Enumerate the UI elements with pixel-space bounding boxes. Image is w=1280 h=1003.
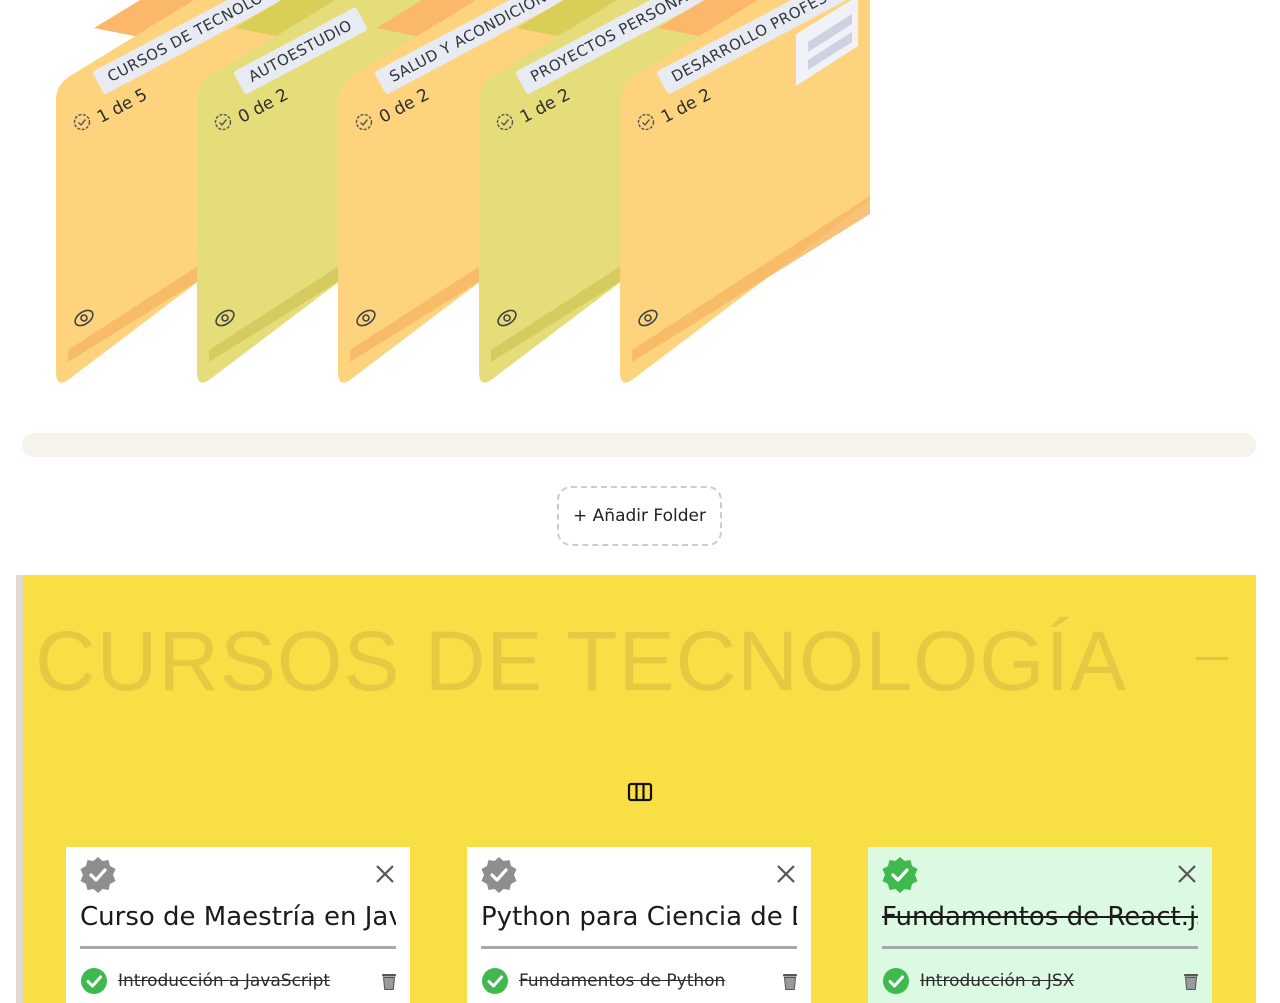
folder-carousel: CURSOS DE TECNOLOGÍA 1 de 5 AUTOESTUDIO … [16,0,1256,430]
badge-check-icon[interactable] [880,855,920,895]
columns-icon[interactable] [627,781,653,803]
task-item[interactable]: Introducción a JavaScript [80,965,398,997]
trash-icon[interactable] [1182,971,1200,991]
folder-shape [620,0,870,383]
badge-check-icon[interactable] [479,855,519,895]
check-circle-icon[interactable] [481,967,509,995]
badge-check-icon [214,113,232,131]
section-title: CURSOS DE TECNOLOGÍA [35,614,1127,708]
course-card[interactable]: Curso de Maestría en JavaScript Introduc… [66,847,410,1003]
task-label: Fundamentos de Python [519,971,726,991]
page-margin-right [1256,0,1280,1003]
task-item[interactable]: Introducción a JSX [882,965,1200,997]
close-icon[interactable] [775,863,797,885]
course-card[interactable]: Python para Ciencia de Datos Fundamentos… [467,847,811,1003]
horizontal-scrollbar[interactable] [22,433,1256,457]
task-label: Introducción a JSX [920,971,1075,991]
badge-check-icon[interactable] [78,855,118,895]
badge-check-icon [355,113,373,131]
card-title: Python para Ciencia de Datos [481,902,797,949]
eye-icon[interactable] [495,306,519,330]
eye-icon[interactable] [213,306,237,330]
badge-check-icon [637,113,655,131]
close-icon[interactable] [374,863,396,885]
page-margin-left [0,0,16,1003]
task-item[interactable]: Fundamentos de Python [481,965,799,997]
add-folder-button[interactable]: + Añadir Folder [557,486,722,546]
minus-icon[interactable] [1196,657,1228,660]
badge-check-icon [73,113,91,131]
eye-icon[interactable] [354,306,378,330]
card-title: Curso de Maestría en JavaScript [80,902,396,949]
page: CURSOS DE TECNOLOGÍA 1 de 5 AUTOESTUDIO … [0,0,1280,1003]
check-circle-icon[interactable] [80,967,108,995]
trash-icon[interactable] [781,971,799,991]
trash-icon[interactable] [380,971,398,991]
card-title: Fundamentos de React.js [882,902,1198,949]
badge-check-icon [496,113,514,131]
folder-detail-section: CURSOS DE TECNOLOGÍA Curso de Maestría e… [16,575,1256,1003]
folder-card[interactable]: DESARROLLO PROFESIONAL 1 de 2 [620,0,886,400]
eye-icon[interactable] [636,306,660,330]
check-circle-icon[interactable] [882,967,910,995]
close-icon[interactable] [1176,863,1198,885]
task-label: Introducción a JavaScript [118,971,331,991]
eye-icon[interactable] [72,306,96,330]
course-card[interactable]: Fundamentos de React.js Introducción a J… [868,847,1212,1003]
